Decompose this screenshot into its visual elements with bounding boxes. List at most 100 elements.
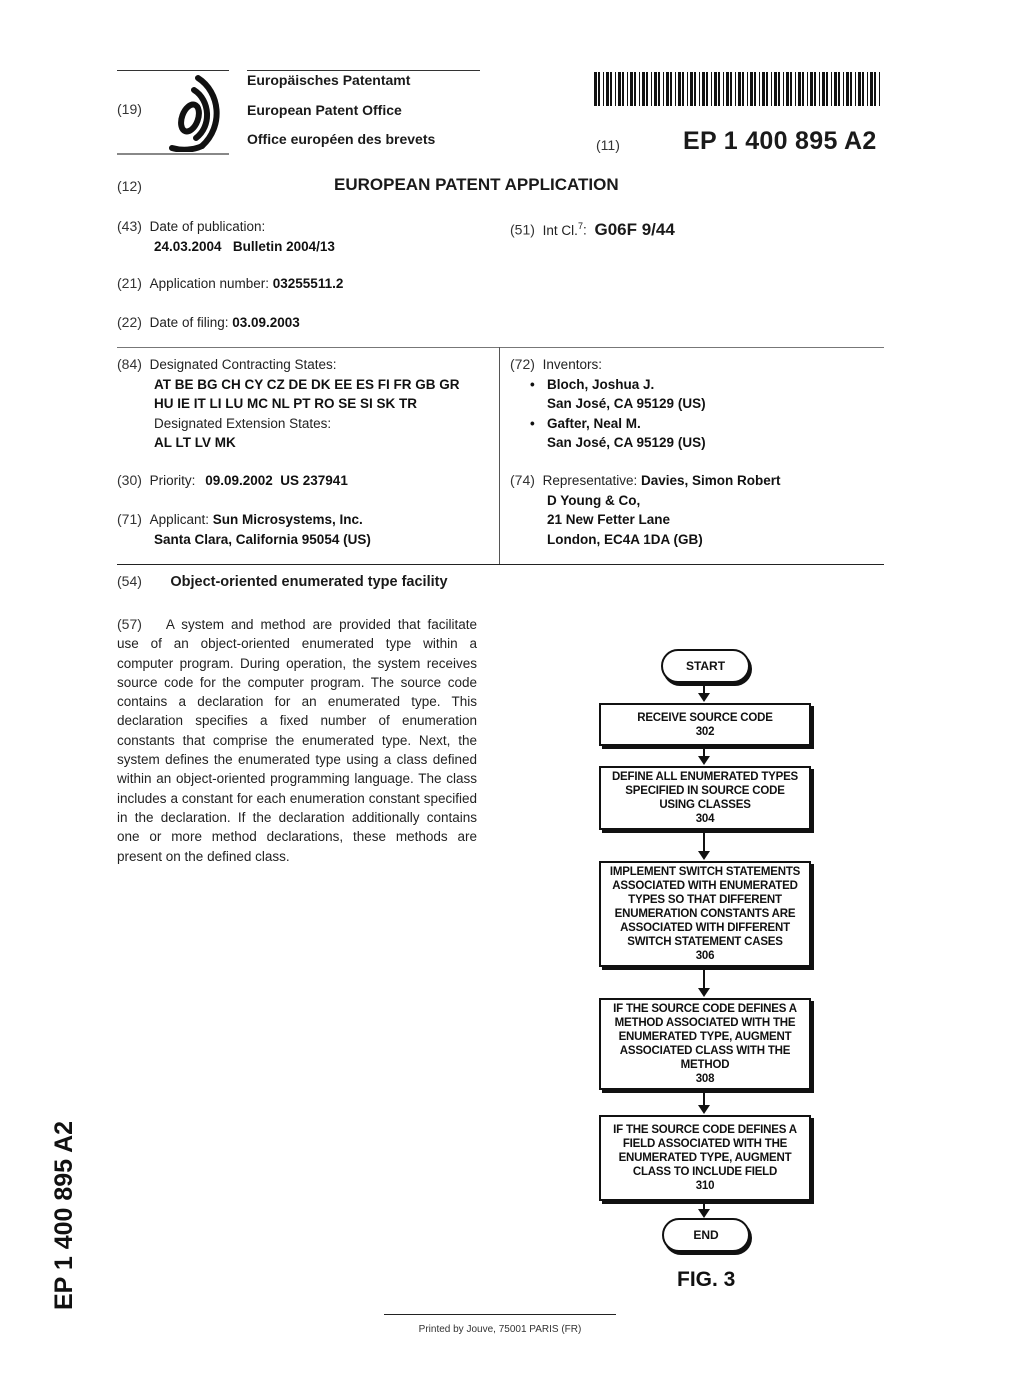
step-text: SWITCH STATEMENT CASES — [627, 936, 783, 948]
barcode-bar — [766, 72, 768, 106]
application-number-block: (21) Application number: 03255511.2 — [117, 274, 343, 294]
step-text: ASSOCIATED WITH DIFFERENT — [620, 922, 790, 934]
extension-states-value: AL LT LV MK — [154, 435, 236, 450]
representative-line: 21 New Fetter Lane — [547, 512, 671, 527]
barcode-bar — [846, 72, 849, 106]
barcode-bar — [858, 72, 861, 106]
section-divider — [117, 564, 884, 565]
barcode-bar — [699, 72, 700, 106]
barcode-bar — [834, 72, 837, 106]
barcode-bar — [666, 72, 669, 106]
priority-block: (30) Priority: 09.09.2002 US 237941 — [117, 471, 348, 491]
inid-code-12: (12) — [117, 178, 142, 194]
invention-title: Object-oriented enumerated type facility — [170, 574, 448, 590]
barcode-bar — [831, 72, 832, 106]
inventor-address: San José, CA 95129 (US) — [547, 435, 706, 450]
step-text: DEFINE ALL ENUMERATED TYPES — [611, 771, 799, 783]
column-divider — [499, 347, 500, 564]
barcode-bar — [874, 72, 876, 106]
inventor-item: • Gafter, Neal M. San José, CA 95129 (US) — [530, 414, 880, 453]
header-rule — [117, 70, 229, 71]
inid-code-71: (71) — [117, 511, 142, 527]
designated-states-block: (84) Designated Contracting States: AT B… — [117, 355, 497, 453]
barcode-bar — [663, 72, 664, 106]
publication-date-block: (43) Date of publication: 24.03.2004 Bul… — [117, 217, 335, 256]
barcode-bar — [706, 72, 708, 106]
barcode-bar — [598, 72, 600, 106]
int-cl-colon: : — [582, 222, 587, 238]
flowchart-step-304: DEFINE ALL ENUMERATED TYPES SPECIFIED IN… — [599, 766, 811, 830]
barcode-bar — [670, 72, 672, 106]
barcode-bar — [802, 72, 804, 106]
step-text: ENUMERATED TYPE, AUGMENT — [618, 1031, 792, 1043]
barcode-bar — [783, 72, 784, 106]
barcode-bar — [814, 72, 816, 106]
barcode-bar — [675, 72, 676, 106]
barcode-bar — [682, 72, 684, 106]
figure-label: FIG. 3 — [677, 1268, 736, 1291]
barcode-bar — [819, 72, 820, 106]
inventors-block: (72) Inventors: • Bloch, Joshua J. San Jo… — [510, 355, 880, 453]
bullet: • — [530, 415, 535, 431]
inventor-name: Gafter, Neal M. — [547, 415, 641, 431]
footer-rule — [384, 1314, 616, 1315]
barcode-bar — [615, 72, 616, 106]
barcode-bar — [771, 72, 772, 106]
barcode-bar — [694, 72, 696, 106]
inid-code-11: (11) — [596, 137, 620, 153]
representative-line: D Young & Co, — [547, 492, 641, 508]
designated-states-line: HU IE IT LI LU MC NL PT RO SE SI SK TR — [154, 396, 418, 411]
flowchart-step-310: IF THE SOURCE CODE DEFINES A FIELD ASSOC… — [599, 1115, 811, 1201]
office-name-de: Europäisches Patentamt — [247, 72, 411, 88]
printer-footer: Printed by Jouve, 75001 PARIS (FR) — [418, 1324, 582, 1335]
inventor-address: San José, CA 95129 (US) — [547, 396, 706, 411]
inid-code-84: (84) — [117, 356, 142, 372]
extension-states-label: Designated Extension States: — [154, 415, 332, 431]
barcode-bar — [810, 72, 813, 106]
barcode-bar — [723, 72, 724, 106]
flow-arrow — [698, 746, 710, 765]
step-text: IF THE SOURCE CODE DEFINES A — [613, 1124, 797, 1136]
inid-code-30: (30) — [117, 472, 142, 488]
int-cl-block: (51) Int Cl.7: G06F 9/44 — [510, 217, 675, 240]
barcode-bar — [651, 72, 652, 106]
header-rule — [117, 153, 229, 155]
flow-arrow — [698, 967, 710, 997]
publication-number: EP 1 400 895 A2 — [683, 127, 877, 155]
application-number-value: 03255511.2 — [272, 276, 344, 291]
step-text: TYPES SO THAT DIFFERENT — [628, 894, 782, 906]
flow-arrow — [698, 1201, 710, 1218]
step-ref: 304 — [695, 813, 715, 825]
barcode-bar — [747, 72, 748, 106]
inid-code-21: (21) — [117, 275, 142, 291]
barcode-bar — [735, 72, 736, 106]
office-name-fr: Office européen des brevets — [247, 131, 436, 147]
barcode-bar — [711, 72, 712, 106]
barcode-bar — [870, 72, 873, 106]
barcode-bar — [658, 72, 660, 106]
barcode-bar — [654, 72, 657, 106]
step-text: METHOD ASSOCIATED WITH THE — [614, 1017, 796, 1029]
representative-name: Davies, Simon Robert — [641, 473, 781, 488]
step-ref: 306 — [695, 950, 715, 962]
inid-code-51: (51) — [510, 221, 535, 238]
flow-arrow — [698, 1090, 710, 1114]
barcode-bar — [627, 72, 628, 106]
flow-arrow — [698, 830, 710, 860]
barcode-bar — [714, 72, 717, 106]
applicant-label: Applicant: — [149, 512, 209, 527]
step-text: CLASS TO INCLUDE FIELD — [632, 1166, 778, 1178]
step-text: FIELD ASSOCIATED WITH THE — [622, 1138, 788, 1150]
barcode-bar — [642, 72, 645, 106]
step-ref: 308 — [695, 1073, 715, 1085]
step-text: IMPLEMENT SWITCH STATEMENTS — [609, 866, 801, 878]
application-number-label: Application number: — [149, 276, 269, 291]
office-name-en: European Patent Office — [247, 102, 402, 118]
barcode-bar — [790, 72, 792, 106]
step-ref: 310 — [695, 1180, 715, 1192]
barcode-bar — [622, 72, 624, 106]
priority-label: Priority: — [149, 473, 196, 488]
barcode — [594, 72, 880, 106]
barcode-bar — [759, 72, 760, 106]
filing-date-block: (22) Date of filing: 03.09.2003 — [117, 313, 300, 333]
